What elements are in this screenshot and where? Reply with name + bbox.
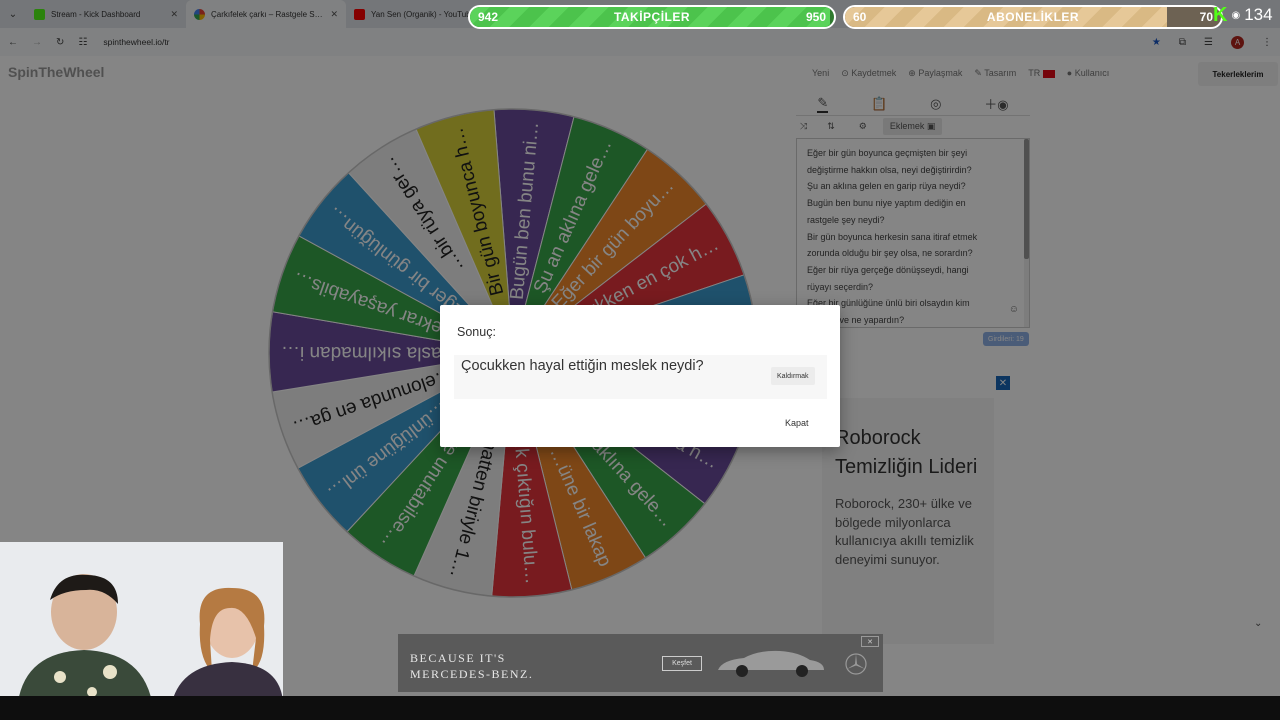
car-illustration	[718, 650, 824, 677]
close-button[interactable]: Kapat	[777, 413, 817, 433]
result-dialog: Sonuç: Çocukken hayal ettiğin meslek ney…	[440, 305, 840, 447]
dialog-title: Sonuç:	[457, 325, 496, 339]
kick-viewer-badge: K ◉ 134	[1213, 4, 1273, 26]
subscribers-label: ABONELİKLER	[986, 10, 1080, 24]
subscribers-goal: 70	[1199, 10, 1213, 24]
webcam-people-illustration	[0, 542, 283, 702]
bottom-banner-ad[interactable]: BECAUSE IT'S MERCEDES-BENZ. Keşfet ✕	[398, 634, 883, 692]
viewer-eye-icon: ◉	[1231, 9, 1241, 21]
banner-discover-button[interactable]: Keşfet	[662, 656, 702, 671]
result-text: Çocukken hayal ettiğin meslek neydi?	[461, 358, 704, 374]
kick-count: 134	[1244, 5, 1273, 24]
result-box: Çocukken hayal ettiğin meslek neydi? Kal…	[454, 355, 827, 399]
followers-label: TAKİPÇİLER	[613, 10, 691, 24]
screen: ⌄ Stream - Kick Dashboard ✕ Çarkıfelek ç…	[0, 0, 1280, 720]
subscribers-goal-bar: 60 ABONELİKLER 70	[843, 5, 1223, 29]
banner-ad-line2: MERCEDES-BENZ.	[410, 667, 534, 681]
webcam-overlay	[0, 542, 283, 702]
followers-goal-bar: 942 TAKİPÇİLER 950	[468, 5, 836, 29]
mercedes-star-icon	[845, 653, 867, 675]
remove-button[interactable]: Kaldırmak	[771, 367, 815, 385]
banner-ad-text: BECAUSE IT'S MERCEDES-BENZ.	[410, 650, 533, 682]
banner-ad-line1: BECAUSE IT'S	[410, 651, 506, 665]
banner-close-icon[interactable]: ✕	[861, 636, 879, 647]
followers-goal: 950	[805, 10, 826, 24]
bottom-strip	[0, 696, 1280, 720]
